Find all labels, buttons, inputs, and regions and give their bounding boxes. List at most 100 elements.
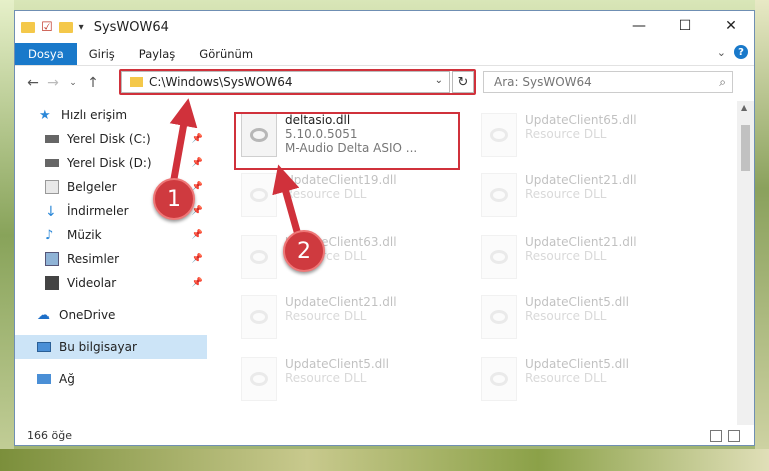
- list-item[interactable]: UpdateClient21.dll Resource DLL: [235, 291, 465, 347]
- search-icon: ⌕: [719, 75, 726, 89]
- folder-icon[interactable]: [21, 21, 35, 33]
- pin-icon[interactable]: 📌: [192, 230, 203, 240]
- sidebar-item-this-pc[interactable]: Bu bilgisayar: [15, 335, 207, 359]
- pin-icon[interactable]: 📌: [192, 158, 203, 168]
- search-input[interactable]: [492, 74, 696, 90]
- new-folder-icon[interactable]: [58, 21, 73, 33]
- ribbon-tabs: Dosya Giriş Paylaş Görünüm ⌄ ?: [15, 43, 754, 66]
- file-description: Resource DLL: [525, 249, 607, 263]
- recent-locations-icon[interactable]: ⌄: [63, 78, 83, 88]
- documents-icon: [45, 180, 59, 194]
- list-item[interactable]: UpdateClient65.dll Resource DLL: [475, 109, 705, 165]
- sidebar-item-quick-access[interactable]: ★ Hızlı erişim: [15, 103, 207, 127]
- file-name: UpdateClient65.dll: [525, 113, 637, 127]
- minimize-button[interactable]: —: [616, 11, 662, 41]
- window-title: SysWOW64: [93, 19, 169, 35]
- vertical-scrollbar[interactable]: ▲: [737, 101, 754, 425]
- list-item[interactable]: UpdateClient5.dll Resource DLL: [235, 353, 465, 409]
- explorer-window: ☑ ▾ SysWOW64 — ☐ ✕ Dosya Giriş Paylaş Gö…: [14, 10, 755, 446]
- file-description: Resource DLL: [525, 187, 607, 201]
- dll-file-icon: [241, 173, 277, 217]
- dll-file-icon: [241, 295, 277, 339]
- desktop-background-right: [755, 0, 769, 471]
- scrollbar-thumb[interactable]: [741, 125, 750, 171]
- dll-file-icon: [241, 235, 277, 279]
- sidebar-item-label: İndirmeler: [67, 204, 129, 218]
- maximize-button[interactable]: ☐: [662, 11, 708, 41]
- list-item[interactable]: UpdateClient21.dll Resource DLL: [475, 169, 705, 225]
- sidebar-item-label: Ağ: [59, 372, 75, 386]
- pictures-icon: [45, 252, 59, 266]
- pin-icon[interactable]: 📌: [192, 278, 203, 288]
- sidebar-item-label: Resimler: [67, 252, 120, 266]
- dll-file-icon: [481, 173, 517, 217]
- music-icon: ♪: [45, 228, 54, 243]
- sidebar-item-local-disk-c[interactable]: Yerel Disk (C:) 📌: [15, 127, 207, 151]
- help-icon[interactable]: ?: [734, 45, 748, 59]
- list-item[interactable]: UpdateClient21.dll Resource DLL: [475, 231, 705, 287]
- sidebar-item-music[interactable]: ♪ Müzik 📌: [15, 223, 207, 247]
- tab-share[interactable]: Paylaş: [127, 43, 188, 65]
- sidebar-item-label: Videolar: [67, 276, 117, 290]
- navigation-pane: ★ Hızlı erişim Yerel Disk (C:) 📌 Yerel D…: [15, 101, 207, 425]
- quick-access-toolbar: ☑ ▾: [21, 20, 84, 35]
- video-icon: [45, 276, 59, 290]
- desktop-background-left: [0, 0, 14, 471]
- computer-icon: [37, 342, 51, 352]
- dll-file-icon: [241, 357, 277, 401]
- sidebar-item-label: Yerel Disk (D:): [67, 156, 152, 170]
- sidebar-item-local-disk-d[interactable]: Yerel Disk (D:) 📌: [15, 151, 207, 175]
- sidebar-item-label: OneDrive: [59, 308, 116, 322]
- search-box[interactable]: ⌕: [483, 71, 733, 93]
- sidebar-item-pictures[interactable]: Resimler 📌: [15, 247, 207, 271]
- up-arrow-icon[interactable]: ↑: [83, 75, 103, 91]
- expand-ribbon-icon[interactable]: ⌄: [717, 46, 726, 59]
- sidebar-item-label: Hızlı erişim: [61, 108, 128, 122]
- dll-file-icon: [481, 357, 517, 401]
- list-item[interactable]: UpdateClient5.dll Resource DLL: [475, 291, 705, 347]
- navigation-bar: ← → ⌄ ↑ C:\Windows\SysWOW64 ⌄ ↻ ⌕: [15, 66, 754, 100]
- file-name: UpdateClient19.dll: [285, 173, 397, 187]
- cloud-icon: ☁: [37, 308, 50, 323]
- scroll-up-icon[interactable]: ▲: [741, 103, 747, 112]
- tab-home[interactable]: Giriş: [77, 43, 127, 65]
- tab-view[interactable]: Görünüm: [187, 43, 265, 65]
- ribbon-help-area: ⌄ ?: [717, 45, 748, 59]
- window-controls: — ☐ ✕: [616, 11, 754, 41]
- properties-icon[interactable]: ☑: [41, 20, 53, 35]
- file-name: UpdateClient21.dll: [285, 295, 397, 309]
- desktop-background-bottom: [0, 449, 769, 471]
- file-name: UpdateClient5.dll: [525, 357, 629, 371]
- list-item[interactable]: UpdateClient5.dll Resource DLL: [475, 353, 705, 409]
- file-description: Resource DLL: [285, 371, 367, 385]
- sidebar-item-label: Müzik: [67, 228, 102, 242]
- sidebar-item-network[interactable]: Ağ: [15, 367, 207, 391]
- network-icon: [37, 374, 51, 384]
- step-badge-2: 2: [283, 230, 325, 272]
- file-name: UpdateClient5.dll: [525, 295, 629, 309]
- file-name: UpdateClient21.dll: [525, 173, 637, 187]
- drive-icon: [45, 159, 59, 167]
- close-button[interactable]: ✕: [708, 11, 754, 41]
- customize-toolbar-icon[interactable]: ▾: [79, 22, 84, 33]
- view-buttons: [710, 430, 740, 442]
- sidebar-item-label: Bu bilgisayar: [59, 340, 137, 354]
- list-item[interactable]: UpdateClient19.dll Resource DLL: [235, 169, 465, 225]
- download-icon: ↓: [45, 204, 57, 220]
- dll-file-icon: [481, 113, 517, 157]
- pin-icon[interactable]: 📌: [192, 206, 203, 216]
- large-icons-view-icon[interactable]: [728, 430, 740, 442]
- item-count: 166 öğe: [27, 428, 72, 442]
- pin-icon[interactable]: 📌: [192, 134, 203, 144]
- dll-file-icon: [481, 295, 517, 339]
- file-description: Resource DLL: [525, 371, 607, 385]
- tab-file[interactable]: Dosya: [15, 43, 77, 65]
- back-arrow-icon[interactable]: ←: [23, 75, 43, 91]
- pin-icon[interactable]: 📌: [192, 254, 203, 264]
- forward-arrow-icon[interactable]: →: [43, 75, 63, 91]
- sidebar-item-videos[interactable]: Videolar 📌: [15, 271, 207, 295]
- details-view-icon[interactable]: [710, 430, 722, 442]
- list-item[interactable]: UpdateClient63.dll Resource DLL: [235, 231, 465, 287]
- status-bar: 166 öğe: [15, 425, 754, 445]
- sidebar-item-onedrive[interactable]: ☁ OneDrive: [15, 303, 207, 327]
